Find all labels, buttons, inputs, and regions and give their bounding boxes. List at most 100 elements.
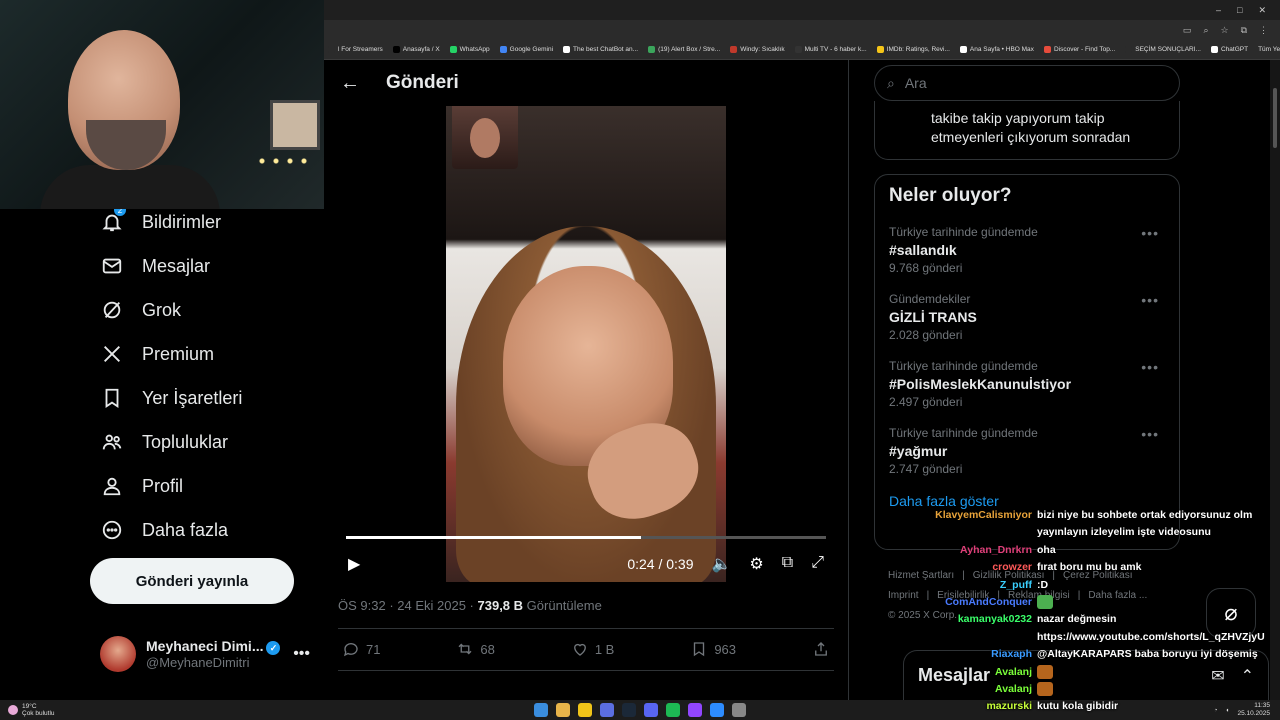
trend-more-icon[interactable]: ••• — [1141, 292, 1159, 308]
nav-notifications[interactable]: 2 Bildirimler — [100, 204, 222, 234]
app-icon[interactable] — [732, 703, 746, 717]
nav-communities[interactable]: Topluluklar — [100, 430, 228, 454]
weather-widget[interactable]: 19°C Çok bulutlu — [0, 703, 55, 717]
fullscreen-icon[interactable]: ⤢ — [811, 554, 824, 574]
trend-item[interactable]: Türkiye tarihinde gündemde #sallandık 9.76… — [889, 225, 1165, 275]
cast-icon[interactable]: ▭ — [1183, 25, 1192, 36]
chrome-icon[interactable] — [556, 703, 570, 717]
bookmark-item[interactable]: l For Streamers — [328, 46, 383, 53]
bookmark-item[interactable]: Multi TV - 6 haber k... — [794, 46, 867, 53]
discord-icon[interactable] — [644, 703, 658, 717]
post-date[interactable]: 24 Eki 2025 — [397, 598, 466, 613]
account-switcher[interactable]: Meyhaneci Dimi... ✓ @MeyhaneDimitri ••• — [100, 636, 310, 672]
bookmark-item[interactable]: The best ChatBot an... — [563, 46, 638, 53]
share-button[interactable] — [812, 640, 830, 658]
chat-username[interactable]: ComAndConquer — [905, 594, 1037, 611]
stream-chat: KlavyemCalismiyor bizi niye bu sohbete or… — [905, 507, 1280, 716]
start-icon[interactable] — [534, 703, 548, 717]
volume-icon[interactable]: 🔈 — [711, 554, 731, 574]
trend-item[interactable]: Gündemdekiler GİZLİ TRANS 2.028 gönderi ••• — [889, 292, 1165, 342]
nav-premium[interactable]: Premium — [100, 342, 214, 366]
chat-username[interactable]: mazurski — [905, 698, 1037, 715]
play-icon[interactable]: ▶ — [348, 554, 360, 574]
star-icon[interactable]: ☆ — [1220, 25, 1228, 36]
search-box[interactable]: ⌕ — [874, 65, 1180, 101]
bookmark-label: SEÇİM SONUÇLARI... — [1135, 46, 1201, 53]
close-button[interactable]: ✕ — [1258, 5, 1266, 16]
chat-username[interactable]: KlavyemCalismiyor — [905, 507, 1037, 524]
nav-messages[interactable]: Mesajlar — [100, 254, 210, 278]
bookmark-label: The best ChatBot an... — [573, 46, 639, 53]
bookmark-item[interactable]: (19) Alert Box / Stre... — [648, 46, 720, 53]
chat-username[interactable]: crowzer — [905, 559, 1037, 576]
window-titlebar: – □ ✕ — [324, 0, 1280, 20]
video-player[interactable]: ▶ 0:24 / 0:39 🔈 ⚙ ⧉ ⤢ — [338, 106, 834, 582]
chat-username[interactable]: kamanyak0232 — [905, 611, 1037, 628]
bookmark-item[interactable]: SEÇİM SONUÇLARI... — [1125, 46, 1201, 53]
reply-button[interactable]: 71 — [342, 640, 380, 658]
bookmark-label: Multi TV - 6 haber k... — [804, 46, 867, 53]
settings-gear-icon[interactable]: ⚙ — [749, 554, 763, 574]
bookmark-label: Google Gemini — [509, 46, 554, 53]
nav-profile[interactable]: Profil — [100, 474, 183, 498]
video-progress-bar[interactable] — [346, 536, 826, 539]
app-icon[interactable] — [600, 703, 614, 717]
account-name-row: Meyhaneci Dimi... ✓ — [146, 638, 281, 655]
minimize-button[interactable]: – — [1216, 5, 1221, 15]
nav-bookmarks[interactable]: Yer İşaretleri — [100, 386, 242, 410]
nav-more[interactable]: Daha fazla — [100, 518, 228, 542]
bookmark-item[interactable]: Discover - Find Top... — [1043, 46, 1115, 53]
search-icon: ⌕ — [887, 74, 895, 91]
chat-username[interactable]: Riaxaph — [905, 646, 1037, 663]
top-card: takibe takip yapıyorum takip etmeyenleri… — [874, 101, 1180, 160]
nav-label: Daha fazla — [142, 519, 229, 540]
chat-message: yayınlayın izleyelim işte videosunu — [905, 524, 1280, 541]
bookmark-item[interactable]: Windy: Sıcaklık — [730, 46, 785, 53]
video-progress-fill — [346, 536, 642, 539]
bookmark-item[interactable]: Ana Sayfa • HBO Max — [959, 46, 1034, 53]
spotify-icon[interactable] — [666, 703, 680, 717]
post-button[interactable]: Gönderi yayınla — [90, 558, 294, 604]
scrollbar-thumb[interactable] — [1273, 88, 1277, 148]
menu-icon[interactable]: ⋮ — [1259, 25, 1268, 36]
chat-username[interactable]: Z_puff — [905, 577, 1037, 594]
search-input[interactable] — [904, 75, 1125, 91]
chat-username[interactable]: Avalanj — [905, 664, 1037, 681]
zoom-icon[interactable]: ⌕ — [1203, 25, 1208, 36]
all-bookmarks[interactable]: Tüm Yer İşaretleri — [1258, 46, 1280, 53]
back-arrow-icon[interactable]: ← — [340, 72, 360, 95]
chat-username[interactable] — [905, 524, 1037, 541]
app-icon[interactable] — [710, 703, 724, 717]
bookmark-item[interactable]: ChatGPT — [1210, 46, 1248, 53]
post-time[interactable]: ÖS 9:32 — [338, 598, 386, 613]
trend-more-icon[interactable]: ••• — [1141, 359, 1159, 375]
chat-username[interactable]: Avalanj — [905, 681, 1037, 698]
bookmark-label: WhatsApp — [459, 46, 490, 53]
nav-label: Bildirimler — [142, 211, 222, 232]
pip-icon[interactable]: ⧉ — [782, 554, 793, 574]
maximize-button[interactable]: □ — [1237, 5, 1242, 15]
bookmark-item[interactable]: IMDb: Ratings, Revi... — [876, 46, 950, 53]
bookmark-item[interactable]: WhatsApp — [449, 46, 490, 53]
trend-name: GİZLİ TRANS — [889, 308, 977, 325]
twitch-icon[interactable] — [688, 703, 702, 717]
nav-grok[interactable]: Grok — [100, 298, 181, 322]
extensions-icon[interactable]: ⧉ — [1241, 25, 1247, 36]
bookmark-label: IMDb: Ratings, Revi... — [886, 46, 950, 53]
bookmark-item[interactable]: Anasayfa / X — [392, 46, 440, 53]
like-button[interactable]: 1 B — [571, 640, 614, 658]
trend-item[interactable]: Türkiye tarihinde gündemde #PolisMeslekKa… — [889, 359, 1165, 409]
trend-more-icon[interactable]: ••• — [1141, 225, 1159, 241]
account-more-icon[interactable]: ••• — [293, 645, 310, 663]
trend-more-icon[interactable]: ••• — [1141, 426, 1159, 442]
trend-item[interactable]: Türkiye tarihinde gündemde #yağmur 2.747 g… — [889, 426, 1165, 476]
steam-icon[interactable] — [622, 703, 636, 717]
bookmark-button[interactable]: 963 — [690, 640, 736, 658]
bookmark-item[interactable]: Google Gemini — [499, 46, 554, 53]
chat-username[interactable] — [905, 629, 1037, 646]
repost-button[interactable]: 68 — [456, 640, 495, 658]
chat-username[interactable]: Ayhan_Dnrkrn — [905, 542, 1037, 559]
trend-count: 9.768 gönderi — [889, 260, 963, 275]
folder-icon[interactable] — [578, 703, 592, 717]
nav-label: Mesajlar — [142, 255, 211, 276]
